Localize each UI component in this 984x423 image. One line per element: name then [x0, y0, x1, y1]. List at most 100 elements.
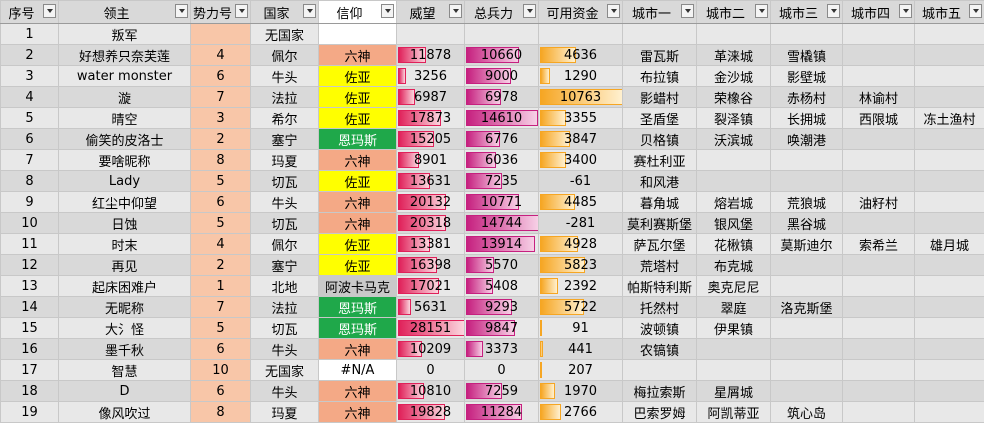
cell-city4[interactable]	[843, 297, 915, 318]
cell-belief[interactable]: 佐亚	[319, 66, 397, 87]
cell-city5[interactable]: 雄月城	[915, 234, 984, 255]
cell-city1[interactable]: 雷瓦斯	[623, 45, 697, 66]
cell-seq[interactable]: 19	[1, 402, 59, 423]
cell-lord[interactable]: 叛军	[59, 24, 191, 45]
cell-faction[interactable]: 3	[191, 108, 251, 129]
cell-belief[interactable]: 六神	[319, 402, 397, 423]
cell-country[interactable]: 北地	[251, 276, 319, 297]
cell-faction[interactable]: 2	[191, 129, 251, 150]
cell-prestige[interactable]: 10810	[397, 381, 465, 402]
cell-prestige[interactable]: 16398	[397, 255, 465, 276]
cell-city2[interactable]	[697, 360, 771, 381]
cell-faction[interactable]: 6	[191, 339, 251, 360]
filter-dropdown-icon[interactable]	[235, 4, 248, 18]
cell-funds[interactable]: 441	[539, 339, 623, 360]
cell-faction[interactable]: 8	[191, 402, 251, 423]
cell-city2[interactable]	[697, 339, 771, 360]
cell-country[interactable]: 塞宁	[251, 255, 319, 276]
cell-belief[interactable]: 佐亚	[319, 171, 397, 192]
cell-city3[interactable]: 影壁城	[771, 66, 843, 87]
cell-city5[interactable]	[915, 297, 984, 318]
cell-belief[interactable]: 佐亚	[319, 108, 397, 129]
cell-prestige[interactable]: 3256	[397, 66, 465, 87]
filter-dropdown-icon[interactable]	[381, 4, 394, 18]
cell-belief[interactable]: 六神	[319, 381, 397, 402]
cell-faction[interactable]: 6	[191, 192, 251, 213]
cell-belief[interactable]	[319, 24, 397, 45]
cell-city3[interactable]: 筑心岛	[771, 402, 843, 423]
cell-city5[interactable]	[915, 339, 984, 360]
cell-city2[interactable]: 银风堡	[697, 213, 771, 234]
cell-city3[interactable]: 莫斯迪尔	[771, 234, 843, 255]
cell-funds[interactable]: 2766	[539, 402, 623, 423]
cell-faction[interactable]: 2	[191, 255, 251, 276]
cell-city4[interactable]	[843, 150, 915, 171]
cell-troops[interactable]	[465, 24, 539, 45]
cell-city2[interactable]: 星屑城	[697, 381, 771, 402]
cell-city2[interactable]	[697, 171, 771, 192]
cell-prestige[interactable]: 19828	[397, 402, 465, 423]
filter-dropdown-icon[interactable]	[175, 4, 188, 18]
cell-country[interactable]: 法拉	[251, 297, 319, 318]
cell-funds[interactable]: 3400	[539, 150, 623, 171]
cell-lord[interactable]: 晴空	[59, 108, 191, 129]
cell-belief[interactable]: #N/A	[319, 360, 397, 381]
filter-dropdown-icon[interactable]	[899, 4, 912, 18]
cell-city3[interactable]: 赤杨村	[771, 87, 843, 108]
cell-seq[interactable]: 7	[1, 150, 59, 171]
cell-lord[interactable]: 起床困难户	[59, 276, 191, 297]
cell-funds[interactable]: 4485	[539, 192, 623, 213]
cell-funds[interactable]: 5722	[539, 297, 623, 318]
cell-city5[interactable]	[915, 381, 984, 402]
cell-city3[interactable]: 长拥城	[771, 108, 843, 129]
cell-city1[interactable]: 莫利赛斯堡	[623, 213, 697, 234]
cell-faction[interactable]: 5	[191, 213, 251, 234]
cell-city5[interactable]	[915, 360, 984, 381]
cell-prestige[interactable]	[397, 24, 465, 45]
cell-city3[interactable]	[771, 318, 843, 339]
cell-city5[interactable]	[915, 276, 984, 297]
cell-city5[interactable]	[915, 66, 984, 87]
cell-city1[interactable]: 帕斯特利斯	[623, 276, 697, 297]
cell-city1[interactable]	[623, 24, 697, 45]
cell-city5[interactable]	[915, 318, 984, 339]
cell-seq[interactable]: 1	[1, 24, 59, 45]
cell-city1[interactable]: 波顿镇	[623, 318, 697, 339]
cell-faction[interactable]	[191, 24, 251, 45]
cell-faction[interactable]: 6	[191, 66, 251, 87]
cell-country[interactable]: 佩尔	[251, 45, 319, 66]
cell-faction[interactable]: 5	[191, 318, 251, 339]
cell-lord[interactable]: 偷笑的皮洛士	[59, 129, 191, 150]
cell-city4[interactable]	[843, 129, 915, 150]
cell-prestige[interactable]: 20132	[397, 192, 465, 213]
cell-city1[interactable]: 圣盾堡	[623, 108, 697, 129]
cell-faction[interactable]: 7	[191, 87, 251, 108]
cell-prestige[interactable]: 0	[397, 360, 465, 381]
cell-city4[interactable]	[843, 213, 915, 234]
cell-city4[interactable]	[843, 24, 915, 45]
cell-city3[interactable]	[771, 381, 843, 402]
cell-city2[interactable]: 伊果镇	[697, 318, 771, 339]
cell-city2[interactable]: 阿凯蒂亚	[697, 402, 771, 423]
cell-seq[interactable]: 6	[1, 129, 59, 150]
cell-lord[interactable]: water monster	[59, 66, 191, 87]
cell-country[interactable]: 切瓦	[251, 213, 319, 234]
cell-city1[interactable]: 托然村	[623, 297, 697, 318]
cell-troops[interactable]: 6036	[465, 150, 539, 171]
cell-country[interactable]: 无国家	[251, 24, 319, 45]
cell-city2[interactable]: 荣橡谷	[697, 87, 771, 108]
cell-seq[interactable]: 8	[1, 171, 59, 192]
cell-funds[interactable]: 1290	[539, 66, 623, 87]
cell-seq[interactable]: 12	[1, 255, 59, 276]
cell-belief[interactable]: 六神	[319, 213, 397, 234]
cell-troops[interactable]: 10771	[465, 192, 539, 213]
filter-dropdown-icon[interactable]	[681, 4, 694, 18]
cell-country[interactable]: 希尔	[251, 108, 319, 129]
cell-funds[interactable]: 91	[539, 318, 623, 339]
cell-belief[interactable]: 恩玛斯	[319, 129, 397, 150]
cell-troops[interactable]: 9000	[465, 66, 539, 87]
cell-seq[interactable]: 2	[1, 45, 59, 66]
cell-city2[interactable]	[697, 150, 771, 171]
cell-funds[interactable]: -61	[539, 171, 623, 192]
cell-country[interactable]: 无国家	[251, 360, 319, 381]
